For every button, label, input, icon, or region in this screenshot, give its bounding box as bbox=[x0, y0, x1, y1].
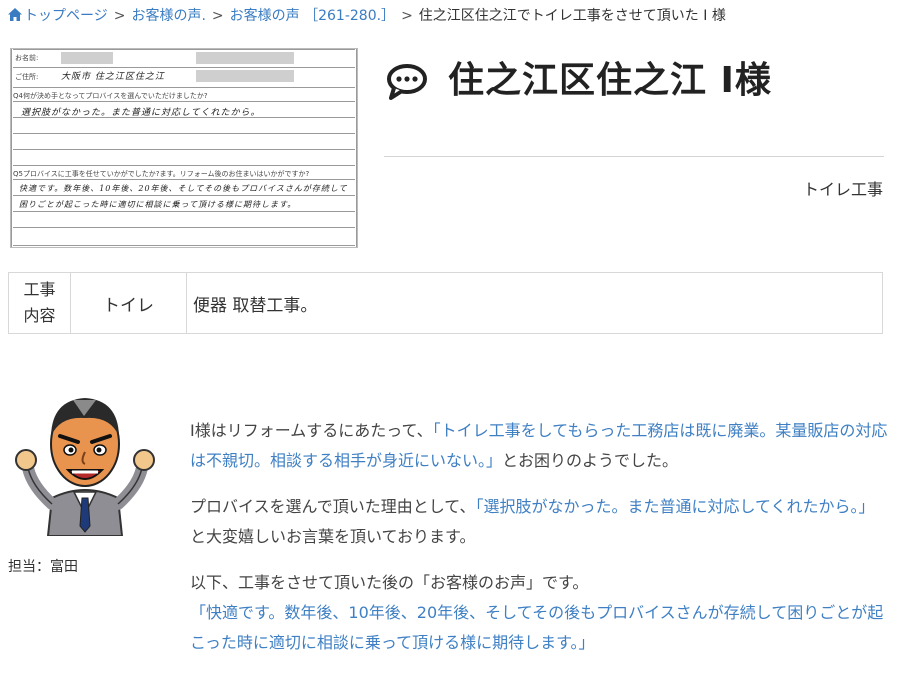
story-p2-quote: 「選択肢がなかった。また普通に対応してくれたから。」 bbox=[475, 497, 875, 516]
breadcrumb-separator: > bbox=[401, 8, 413, 24]
breadcrumb-current: 住之江区住之江でトイレ工事をさせて頂いた I 様 bbox=[418, 8, 726, 24]
category-tag: トイレ工事 bbox=[802, 180, 883, 199]
work-info-table: 工事内容 トイレ 便器 取替工事。 bbox=[8, 272, 883, 334]
customer-story: I様はリフォームするにあたって、「トイレ工事をしてもらった工務店は既に廃業。某量… bbox=[190, 416, 890, 674]
staff-avatar bbox=[15, 398, 155, 536]
work-content-label: 工事 内容 bbox=[9, 273, 71, 333]
story-p2-tail: と大変嬉しいお言葉を頂いております。 bbox=[190, 527, 476, 546]
breadcrumb-home-link[interactable]: トップページ bbox=[24, 8, 108, 24]
page-heading: 住之江区住之江 I様 bbox=[384, 52, 884, 112]
work-content-label-line1: 工事 bbox=[23, 280, 56, 299]
work-detail-cell: 便器 取替工事。 bbox=[193, 295, 318, 316]
breadcrumb: トップページ > お客様の声. > お客様の声 ［261-280.］ > 住之江区住之江でト… bbox=[8, 6, 897, 26]
scan-address-handwriting: 大阪市 住之江区住之江 bbox=[61, 72, 165, 82]
story-p3-quote: 「快適です。数年後、10年後、20年後、そしてその後もプロバイスさんが存続して困… bbox=[190, 603, 884, 652]
home-icon bbox=[8, 8, 22, 21]
story-p2-lead: プロバイスを選んで頂いた理由として、 bbox=[190, 497, 476, 516]
work-type-cell: トイレ bbox=[71, 273, 187, 333]
staff-name: 担当：富田 bbox=[8, 559, 78, 575]
page-title: 住之江区住之江 I様 bbox=[448, 60, 772, 101]
story-paragraph-1: I様はリフォームするにあたって、「トイレ工事をしてもらった工務店は既に廃業。某量… bbox=[190, 416, 890, 476]
questionnaire-scan-image: お名前: ご住所: 大阪市 住之江区住之江 Q4何が決め手となってプロバイスを選… bbox=[10, 48, 358, 248]
breadcrumb-separator: > bbox=[211, 8, 224, 24]
scan-q5-answer-line2: 困りごとが起こった時に適切に相談に乗って頂ける様に期待します。 bbox=[19, 200, 297, 209]
story-p1-lead: I様はリフォームするにあたって、 bbox=[190, 421, 433, 440]
title-divider bbox=[384, 156, 884, 157]
story-p1-tail: とお困りのようでした。 bbox=[502, 451, 679, 470]
breadcrumb-voice-range-link[interactable]: お客様の声 ［261-280.］ bbox=[230, 8, 395, 24]
scan-question-5: Q5プロバイスに工事を任せていかがでしたか?ます。リフォーム後のお住まいはいかが… bbox=[13, 170, 310, 178]
breadcrumb-separator: > bbox=[113, 8, 126, 24]
story-paragraph-3: 以下、工事をさせて頂いた後の「お客様のお声」です。「快適です。数年後、10年後、… bbox=[190, 568, 890, 658]
scan-q5-answer-line1: 快適です。数年後、10年後、20年後、そしてその後もプロバイスさんが存続して bbox=[19, 184, 348, 193]
story-paragraph-2: プロバイスを選んで頂いた理由として、「選択肢がなかった。また普通に対応してくれた… bbox=[190, 492, 890, 552]
speech-bubble-icon bbox=[387, 64, 427, 100]
scan-question-4: Q4何が決め手となってプロバイスを選んでいただけましたか? bbox=[13, 92, 208, 100]
work-content-label-line2: 内容 bbox=[23, 306, 56, 325]
breadcrumb-voice-link[interactable]: お客様の声. bbox=[131, 8, 205, 24]
story-p3-lead: 以下、工事をさせて頂いた後の「お客様のお声」です。 bbox=[190, 573, 589, 592]
